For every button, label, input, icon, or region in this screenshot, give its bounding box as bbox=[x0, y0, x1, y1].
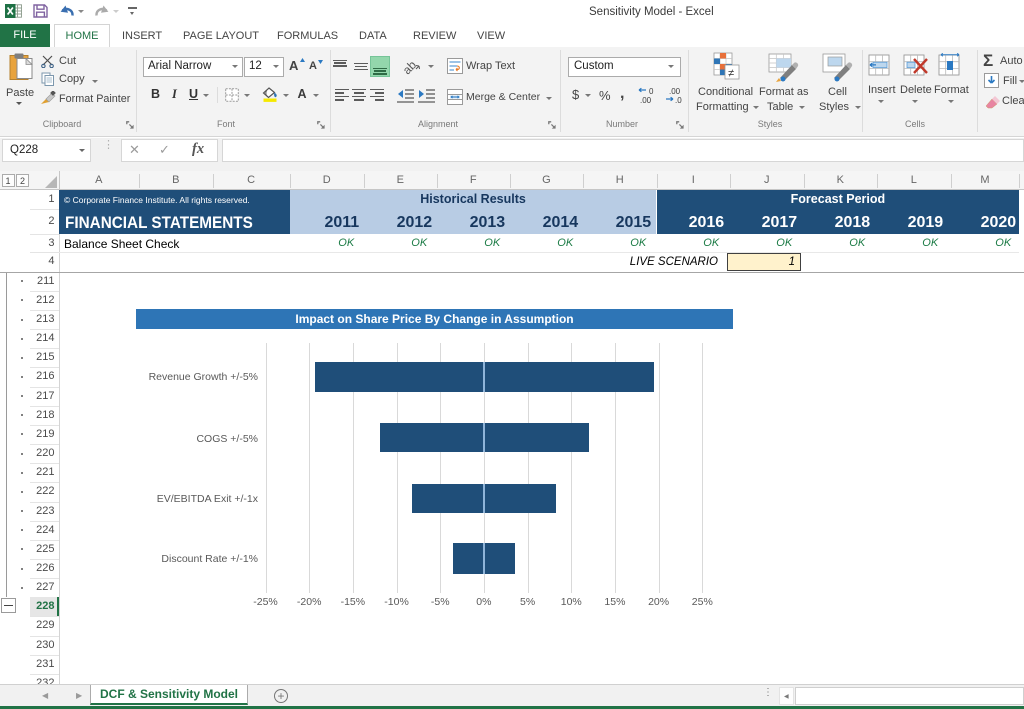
svg-text:0: 0 bbox=[649, 87, 654, 96]
svg-text:.0: .0 bbox=[675, 96, 682, 104]
svg-text:.00: .00 bbox=[640, 96, 652, 104]
svg-text:.00: .00 bbox=[669, 87, 681, 96]
svg-text:≠: ≠ bbox=[728, 68, 734, 80]
svg-text:ab: ab bbox=[401, 58, 419, 76]
